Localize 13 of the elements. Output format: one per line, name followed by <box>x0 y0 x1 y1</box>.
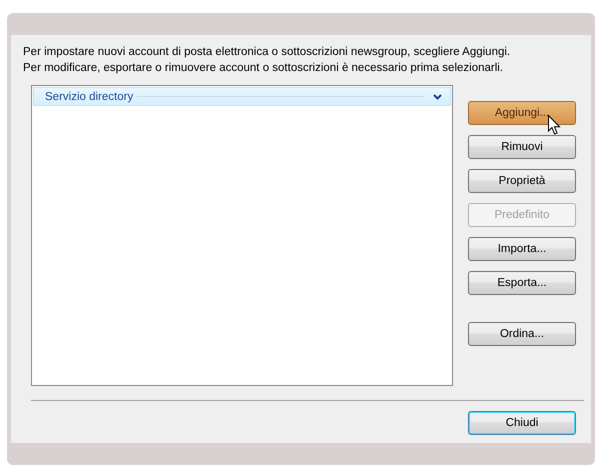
action-button[interactable]: Proprietà <box>468 169 576 193</box>
chevron-icon <box>433 94 442 100</box>
group-header[interactable]: Servizio directory <box>33 87 451 106</box>
action-button[interactable]: Ordina... <box>468 322 576 346</box>
action-button[interactable]: Rimuovi <box>468 135 576 159</box>
cursor-icon <box>548 115 561 136</box>
instruction-text: Per impostare nuovi account di posta elettronica o sottoscrizioni newsgroup, scegliere Aggiungi. <box>23 45 512 60</box>
action-button[interactable]: Aggiungi... <box>468 101 576 125</box>
action-button[interactable]: Esporta... <box>468 271 576 295</box>
account-list[interactable]: Servizio directory <box>31 85 453 386</box>
close-button[interactable]: Chiudi <box>468 411 576 435</box>
action-button[interactable]: Importa... <box>468 237 576 261</box>
instruction-text: Per modificare, esportare o rimuovere account o sottoscrizioni è necessario prima selezionarli. <box>23 61 504 76</box>
